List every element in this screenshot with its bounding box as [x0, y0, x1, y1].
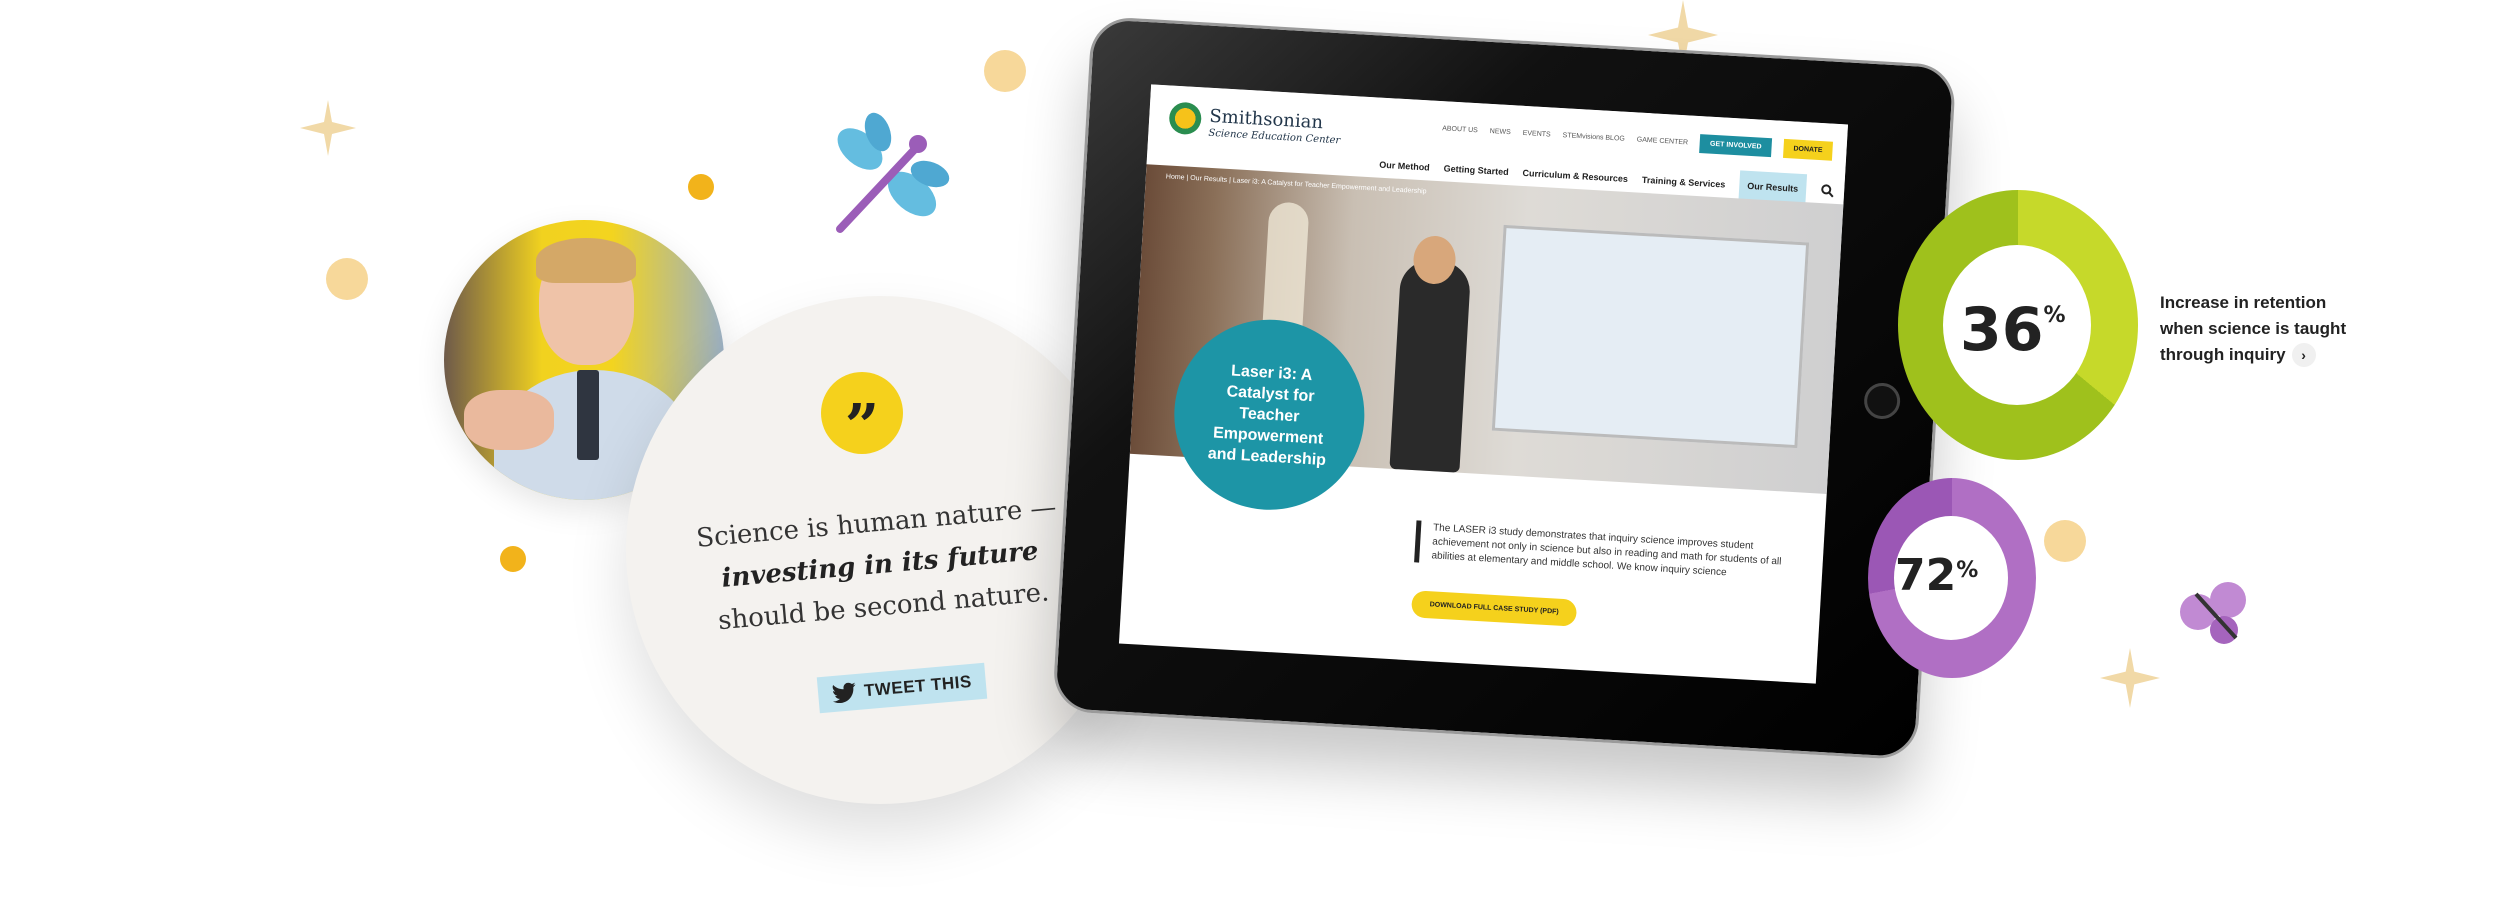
- tweet-this-label: TWEET THIS: [863, 671, 973, 701]
- download-case-study-button[interactable]: DOWNLOAD FULL CASE STUDY (PDF): [1410, 590, 1578, 627]
- nav-our-method[interactable]: Our Method: [1379, 160, 1430, 173]
- utility-nav: ABOUT US NEWS EVENTS STEMvisions BLOG GA…: [1442, 119, 1833, 161]
- dragonfly-icon: [836, 112, 950, 233]
- donate-button[interactable]: DONATE: [1782, 138, 1833, 161]
- utility-link-game-center[interactable]: GAME CENTER: [1637, 136, 1689, 146]
- sparkle-icon: [2100, 648, 2160, 708]
- chevron-right-icon[interactable]: ›: [2291, 343, 2316, 367]
- decorative-dot: [326, 258, 368, 300]
- decorative-dot: [688, 174, 714, 200]
- twitter-bird-icon: [832, 682, 856, 704]
- tablet-mockup: Smithsonian Science Education Center ABO…: [1049, 15, 1957, 804]
- utility-link-blog[interactable]: STEMvisions BLOG: [1562, 132, 1625, 143]
- stat-36-value: 36%: [1960, 295, 2066, 365]
- stat-36-description[interactable]: Increase in retention when science is ta…: [2160, 290, 2360, 368]
- stat-72-value: 72%: [1895, 550, 1979, 601]
- utility-link-news[interactable]: NEWS: [1490, 128, 1511, 136]
- nav-curriculum[interactable]: Curriculum & Resources: [1522, 168, 1628, 184]
- nav-getting-started[interactable]: Getting Started: [1443, 163, 1508, 177]
- decorative-dot: [500, 546, 526, 572]
- whiteboard: [1491, 224, 1810, 449]
- get-involved-button[interactable]: GET INVOLVED: [1699, 134, 1773, 158]
- quote-icon: ”: [821, 372, 903, 462]
- tablet-frame: Smithsonian Science Education Center ABO…: [1051, 15, 1957, 761]
- smithsonian-logo-icon: [1168, 101, 1203, 136]
- teacher-figure: [1389, 259, 1472, 473]
- search-icon[interactable]: [1820, 183, 1835, 198]
- tablet-screen: Smithsonian Science Education Center ABO…: [1118, 84, 1849, 684]
- home-button: [1863, 381, 1902, 420]
- sparkle-icon: [300, 100, 356, 156]
- decorative-dot: [2044, 520, 2086, 562]
- utility-link-events[interactable]: EVENTS: [1522, 130, 1550, 139]
- utility-link-about[interactable]: ABOUT US: [1442, 125, 1478, 134]
- decorative-dot: [984, 50, 1026, 92]
- nav-training[interactable]: Training & Services: [1642, 175, 1726, 190]
- butterfly-icon: [2180, 582, 2246, 644]
- body-copy: The LASER i3 study demonstrates that inq…: [1414, 520, 1793, 585]
